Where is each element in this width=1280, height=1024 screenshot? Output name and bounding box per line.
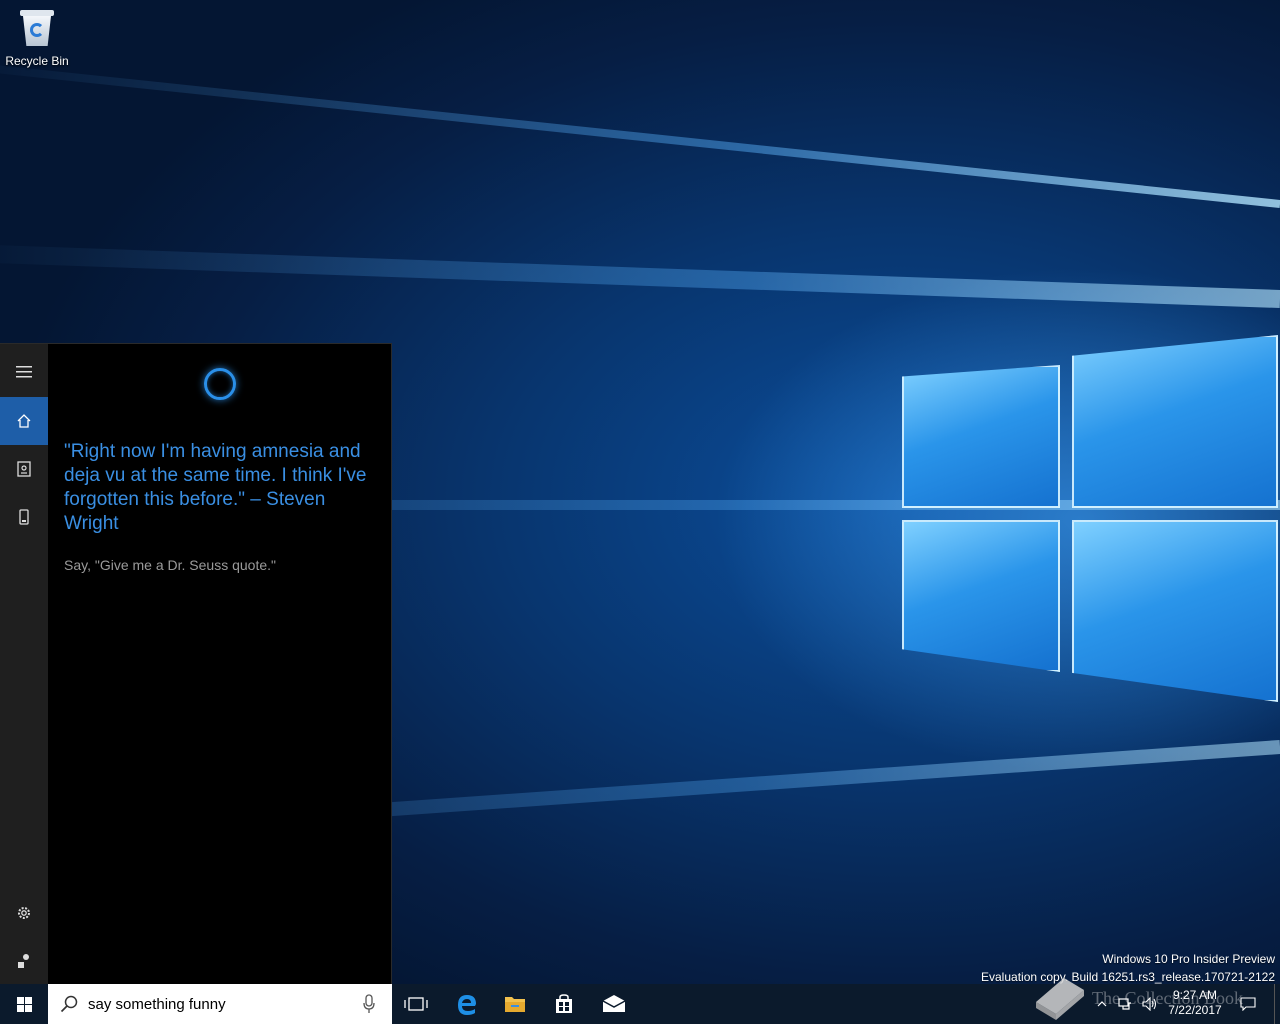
microphone-icon[interactable] [362,994,376,1014]
mail-icon [602,995,626,1012]
start-button[interactable] [0,984,48,1024]
show-hidden-icons-button[interactable] [1092,984,1112,1024]
task-view-icon [404,997,428,1011]
wallpaper-beam [0,243,1280,308]
cortana-suggestion: Say, "Give me a Dr. Seuss quote." [64,557,276,573]
devices-button[interactable] [0,493,48,541]
file-explorer-button[interactable] [491,984,539,1024]
speaker-icon [1142,997,1157,1011]
chevron-up-icon [1097,1001,1107,1007]
store-button[interactable] [540,984,588,1024]
windows-logo-icon [16,996,32,1012]
notification-icon [1240,997,1256,1011]
wallpaper-pane [902,520,1060,672]
taskbar: The Collection Book 9:27 AM 7/22/2017 [0,984,1280,1024]
task-view-button[interactable] [392,984,440,1024]
recycle-bin-icon [20,6,54,48]
build-watermark-line1: Windows 10 Pro Insider Preview [1102,952,1275,966]
home-icon [17,414,31,428]
cortana-content: "Right now I'm having amnesia and deja v… [48,344,391,984]
feedback-button[interactable] [0,937,48,985]
wallpaper-pane [1072,520,1278,702]
cortana-panel: "Right now I'm having amnesia and deja v… [0,343,392,984]
hamburger-icon [16,366,32,378]
volume-button[interactable] [1140,984,1160,1024]
mail-button[interactable] [590,984,638,1024]
action-center-button[interactable] [1236,984,1260,1024]
build-watermark: Windows 10 Pro Insider Preview Evaluatio… [981,950,1275,984]
gear-icon [18,907,30,919]
feedback-icon [18,954,29,968]
show-desktop-button[interactable] [1274,984,1280,1024]
network-button[interactable] [1115,984,1135,1024]
network-icon [1118,998,1131,1010]
device-icon [19,509,29,525]
edge-icon [458,995,476,1015]
desktop-icon-label: Recycle Bin [5,54,69,68]
notebook-button[interactable] [0,445,48,493]
clock-date: 7/22/2017 [1168,1003,1222,1017]
wallpaper-pane [902,365,1060,508]
search-input[interactable] [88,984,358,1024]
search-icon [60,995,78,1013]
wallpaper-beam [0,59,1280,208]
clock[interactable]: 9:27 AM 7/22/2017 [1160,988,1230,1018]
store-icon [556,994,572,1013]
wallpaper-pane [1072,335,1278,508]
clock-time: 9:27 AM [1172,988,1218,1002]
book-logo-icon [1036,978,1084,1020]
build-watermark-line2: Evaluation copy. Build 16251.rs3_release… [981,970,1275,984]
notebook-icon [17,461,31,477]
cortana-response: "Right now I'm having amnesia and deja v… [64,441,367,534]
search-box[interactable] [48,984,392,1024]
desktop-icon-recycle-bin[interactable]: Recycle Bin [4,6,70,68]
edge-button[interactable] [443,984,491,1024]
home-button[interactable] [0,397,48,445]
hamburger-menu-button[interactable] [0,348,48,396]
settings-button[interactable] [0,889,48,937]
folder-icon [505,997,525,1012]
cortana-logo-icon [204,368,236,400]
cortana-rail [0,344,48,984]
